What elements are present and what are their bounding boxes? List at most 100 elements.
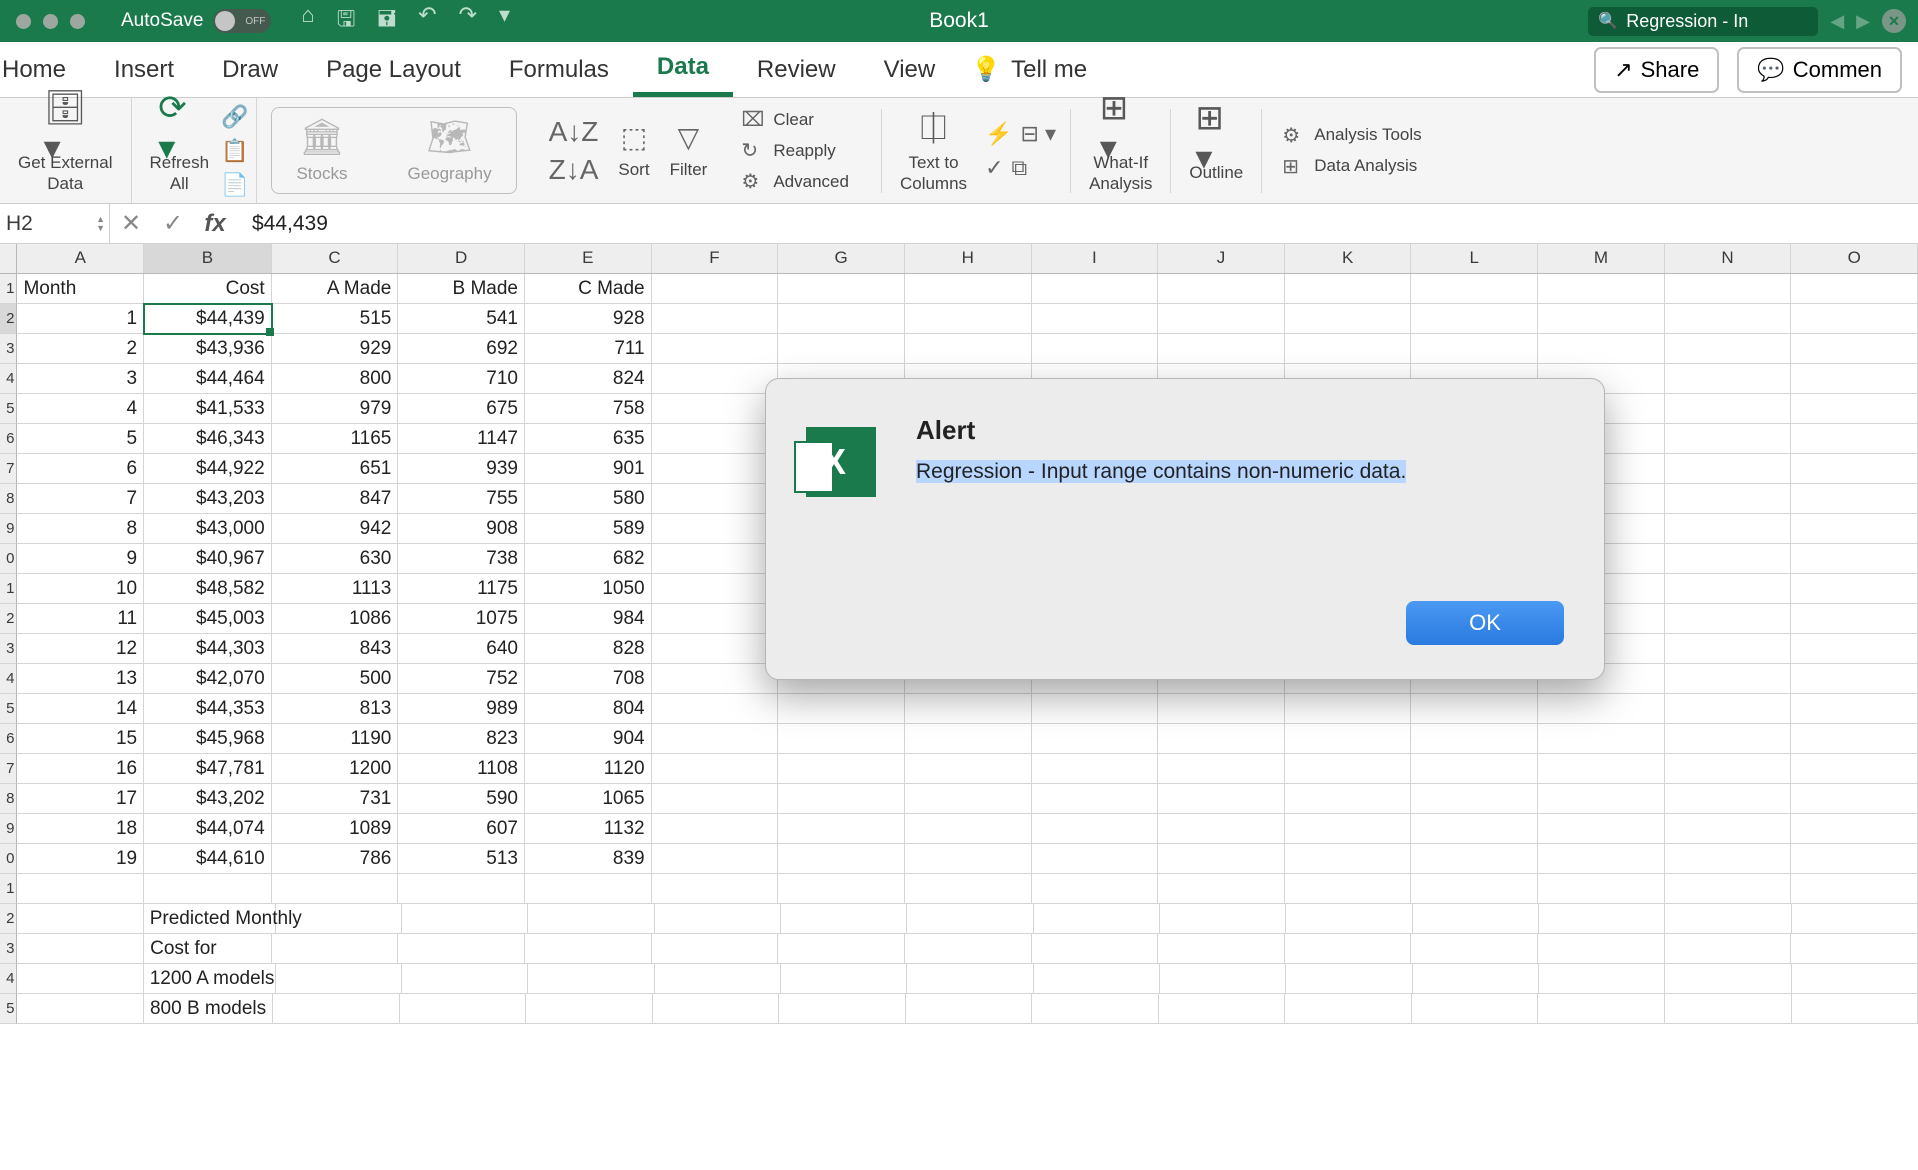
cell[interactable]: [1158, 784, 1285, 814]
cell[interactable]: [526, 994, 653, 1024]
consolidate-icon[interactable]: ⧉: [1012, 155, 1028, 181]
cell[interactable]: [1032, 694, 1159, 724]
row-header[interactable]: 1: [0, 574, 17, 604]
cell[interactable]: [1285, 994, 1412, 1024]
cell[interactable]: [1791, 784, 1918, 814]
cell[interactable]: [1285, 934, 1412, 964]
cell[interactable]: [652, 604, 779, 634]
reapply-button[interactable]: ↻Reapply: [741, 138, 849, 163]
cell[interactable]: 710: [398, 364, 525, 394]
search-box[interactable]: 🔍 Regression - In: [1588, 7, 1818, 36]
column-header-E[interactable]: E: [525, 244, 652, 273]
cell[interactable]: 7: [17, 484, 144, 514]
row-header[interactable]: 1: [0, 274, 17, 304]
cell[interactable]: [1032, 934, 1159, 964]
cell[interactable]: 738: [398, 544, 525, 574]
cell[interactable]: [1411, 304, 1538, 334]
cell[interactable]: [1665, 364, 1792, 394]
sort-asc-icon[interactable]: A↓Z: [549, 116, 599, 148]
row-header[interactable]: 4: [0, 964, 17, 994]
cell[interactable]: [781, 964, 907, 994]
properties-icon[interactable]: 📋: [221, 138, 248, 164]
cell[interactable]: 8: [17, 514, 144, 544]
cell[interactable]: [1412, 994, 1539, 1024]
cell[interactable]: [1032, 754, 1159, 784]
cell[interactable]: [905, 814, 1032, 844]
cell[interactable]: [1411, 724, 1538, 754]
cell[interactable]: [652, 424, 779, 454]
cell[interactable]: [1538, 844, 1665, 874]
row-header[interactable]: 2: [0, 904, 17, 934]
cell[interactable]: [1413, 904, 1539, 934]
cell[interactable]: [905, 304, 1032, 334]
cell[interactable]: [905, 934, 1032, 964]
cell[interactable]: [1158, 844, 1285, 874]
cell[interactable]: [1791, 364, 1918, 394]
cell[interactable]: [1158, 814, 1285, 844]
cell[interactable]: 904: [525, 724, 652, 754]
cell[interactable]: [1791, 874, 1918, 904]
cell[interactable]: 979: [272, 394, 399, 424]
column-header-K[interactable]: K: [1285, 244, 1412, 273]
column-header-I[interactable]: I: [1032, 244, 1159, 273]
cell[interactable]: [1286, 964, 1412, 994]
cell[interactable]: $41,533: [144, 394, 272, 424]
cell[interactable]: [1665, 814, 1792, 844]
cell[interactable]: [905, 334, 1032, 364]
cell[interactable]: [1538, 334, 1665, 364]
cell[interactable]: 823: [398, 724, 525, 754]
cell[interactable]: [1665, 484, 1792, 514]
cell[interactable]: 4: [17, 394, 144, 424]
cell[interactable]: [1665, 304, 1792, 334]
cell[interactable]: 5: [17, 424, 144, 454]
cell[interactable]: 500: [272, 664, 399, 694]
cell[interactable]: [905, 724, 1032, 754]
cell[interactable]: $44,303: [144, 634, 272, 664]
cell[interactable]: 580: [525, 484, 652, 514]
share-button[interactable]: ↗ Share: [1594, 47, 1719, 93]
row-header[interactable]: 9: [0, 514, 17, 544]
cell[interactable]: [1158, 934, 1285, 964]
cell[interactable]: [1791, 724, 1918, 754]
cell[interactable]: 15: [17, 724, 144, 754]
cell[interactable]: 828: [525, 634, 652, 664]
cell[interactable]: [1665, 604, 1792, 634]
cell[interactable]: [525, 934, 652, 964]
cell[interactable]: [652, 514, 779, 544]
cell[interactable]: Month: [17, 274, 144, 304]
connections-icon[interactable]: 🔗: [221, 104, 248, 130]
cell[interactable]: [652, 664, 779, 694]
cell[interactable]: [17, 934, 144, 964]
cell[interactable]: 10: [17, 574, 144, 604]
cell[interactable]: 1200 A models: [144, 964, 276, 994]
cell[interactable]: [652, 274, 779, 304]
cell[interactable]: [1791, 694, 1918, 724]
cell[interactable]: [652, 724, 779, 754]
cell[interactable]: [525, 874, 652, 904]
cell[interactable]: [1285, 274, 1412, 304]
cell[interactable]: 541: [398, 304, 525, 334]
cell[interactable]: $44,610: [144, 844, 272, 874]
cell[interactable]: [1538, 994, 1665, 1024]
cell[interactable]: [1665, 274, 1792, 304]
cell[interactable]: [1034, 904, 1160, 934]
cell[interactable]: [1411, 814, 1538, 844]
cell[interactable]: 682: [525, 544, 652, 574]
cell[interactable]: 758: [525, 394, 652, 424]
cell[interactable]: [1285, 874, 1412, 904]
cell[interactable]: [1665, 844, 1792, 874]
cell[interactable]: $43,936: [144, 334, 272, 364]
cell[interactable]: [1032, 814, 1159, 844]
cell[interactable]: [272, 874, 399, 904]
cell[interactable]: [652, 394, 779, 424]
column-header-O[interactable]: O: [1791, 244, 1918, 273]
cell[interactable]: [905, 694, 1032, 724]
cell[interactable]: [1032, 784, 1159, 814]
cell[interactable]: 513: [398, 844, 525, 874]
cell[interactable]: [1665, 874, 1792, 904]
cell[interactable]: [652, 364, 779, 394]
cell[interactable]: [1665, 664, 1792, 694]
search-next-icon[interactable]: ▶: [1856, 11, 1870, 32]
cell[interactable]: 1165: [272, 424, 399, 454]
row-header[interactable]: 5: [0, 394, 17, 424]
